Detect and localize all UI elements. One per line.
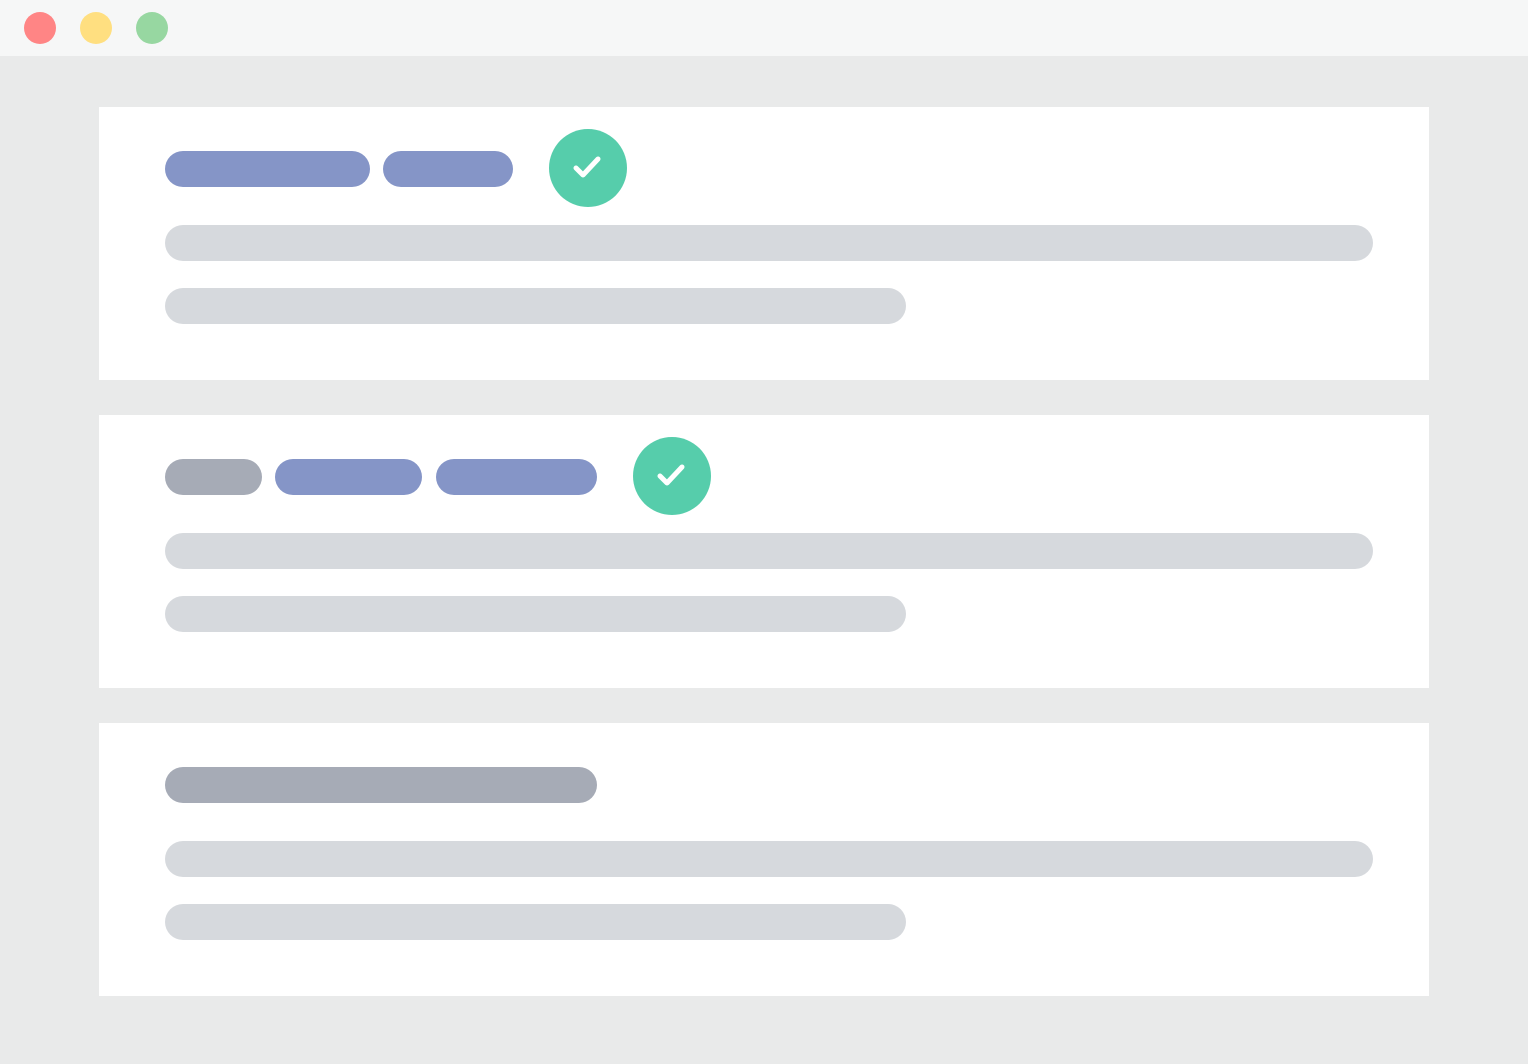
- window-titlebar: [0, 0, 1528, 56]
- window-minimize-button[interactable]: [80, 12, 112, 44]
- check-circle-icon: [549, 129, 627, 207]
- text-line-placeholder: [165, 533, 1373, 569]
- list-item-card[interactable]: [99, 415, 1429, 688]
- check-circle-icon: [633, 437, 711, 515]
- list-item-card[interactable]: [99, 723, 1429, 996]
- text-line-placeholder: [165, 841, 1373, 877]
- text-line-placeholder: [165, 288, 906, 324]
- window-close-button[interactable]: [24, 12, 56, 44]
- text-line-placeholder: [165, 225, 1373, 261]
- tag-placeholder: [165, 459, 262, 495]
- title-placeholder: [165, 767, 597, 803]
- list-item-card[interactable]: [99, 107, 1429, 380]
- tag-placeholder: [275, 459, 422, 495]
- window-maximize-button[interactable]: [136, 12, 168, 44]
- tag-placeholder: [165, 151, 370, 187]
- text-line-placeholder: [165, 596, 906, 632]
- text-line-placeholder: [165, 904, 906, 940]
- tag-placeholder: [383, 151, 513, 187]
- tag-placeholder: [436, 459, 597, 495]
